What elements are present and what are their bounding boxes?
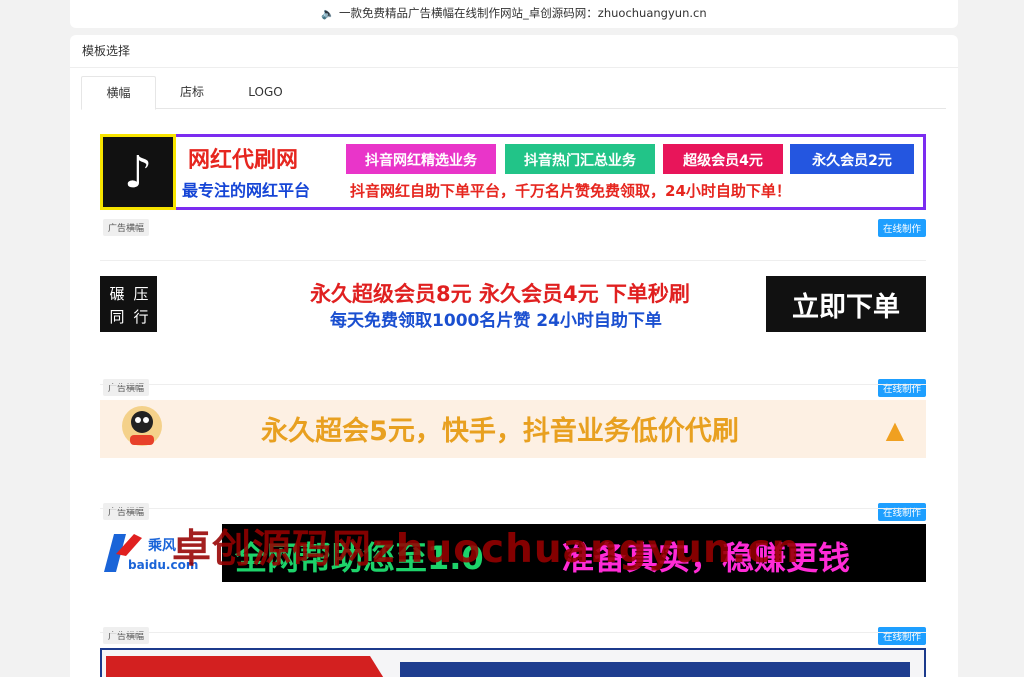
template-item: ♪ 网红代刷网 最专注的网红平台 抖音网红精选业务 抖音热门汇总业务 超级会员4… bbox=[100, 134, 926, 261]
banner-preview[interactable] bbox=[100, 648, 926, 677]
svg-text:网红代刷网: 网红代刷网 bbox=[188, 147, 298, 173]
svg-text:碾: 碾 bbox=[109, 285, 124, 303]
tiktok-icon: ♪ bbox=[124, 147, 152, 198]
thumbs-up-icon: ▲ bbox=[886, 416, 905, 444]
type-tag: 广告横幅 bbox=[103, 627, 150, 644]
svg-text:baidu.com: baidu.com bbox=[128, 558, 198, 572]
divider bbox=[100, 508, 926, 509]
svg-text:全网帮助您至1.0: 全网帮助您至1.0 bbox=[234, 539, 484, 577]
template-item: 碾 压 同 行 永久超级会员8元 永久会员4元 下单秒刷 每天免费领取1000名… bbox=[100, 275, 926, 397]
panel-title: 模板选择 bbox=[70, 35, 958, 68]
tab-logo[interactable]: LOGO bbox=[228, 76, 303, 109]
banner-preview[interactable]: 乘风 baidu.com 全网帮助您至1.0 准备真实，稳赚更钱 bbox=[100, 524, 926, 582]
template-item: 永久超会5元，快手，抖音业务低价代刷 ▲ 广告横幅 在线制作 bbox=[100, 400, 926, 521]
svg-text:抖音网红精选业务: 抖音网红精选业务 bbox=[365, 152, 478, 169]
tab-bar: 横幅 店标 LOGO bbox=[81, 76, 946, 110]
banner-preview[interactable]: 碾 压 同 行 永久超级会员8元 永久会员4元 下单秒刷 每天免费领取1000名… bbox=[100, 275, 926, 333]
template-item bbox=[100, 648, 926, 677]
make-online-button[interactable]: 在线制作 bbox=[877, 503, 926, 521]
type-tag: 广告横幅 bbox=[103, 219, 150, 236]
svg-text:最专注的网红平台: 最专注的网红平台 bbox=[182, 181, 310, 200]
banner-preview[interactable]: 永久超会5元，快手，抖音业务低价代刷 ▲ bbox=[100, 400, 926, 458]
template-panel: 模板选择 横幅 店标 LOGO ♪ 网红代刷网 最专注的网红平台 抖音网红精选业… bbox=[70, 35, 958, 677]
svg-text:永久超会5元，快手，抖音业务低价代刷: 永久超会5元，快手，抖音业务低价代刷 bbox=[260, 415, 739, 447]
tab-banner[interactable]: 横幅 bbox=[81, 76, 156, 110]
svg-text:乘风: 乘风 bbox=[147, 537, 176, 554]
type-tag: 广告横幅 bbox=[103, 503, 150, 520]
make-online-button[interactable]: 在线制作 bbox=[877, 219, 926, 237]
svg-text:压: 压 bbox=[133, 285, 148, 303]
template-item: 乘风 baidu.com 全网帮助您至1.0 准备真实，稳赚更钱 广告横幅 在线… bbox=[100, 524, 926, 645]
svg-text:超级会员4元: 超级会员4元 bbox=[682, 152, 763, 169]
svg-text:每天免费领取1000名片赞 24小时自助下单: 每天免费领取1000名片赞 24小时自助下单 bbox=[330, 310, 662, 331]
svg-text:同: 同 bbox=[109, 308, 124, 326]
make-online-button[interactable]: 在线制作 bbox=[877, 627, 926, 645]
tab-shop-logo[interactable]: 店标 bbox=[156, 76, 228, 109]
divider bbox=[100, 632, 926, 633]
notice-text: 一款免费精品广告横幅在线制作网站_卓创源码网：zhuochuangyun.cn bbox=[339, 6, 707, 20]
speaker-icon: 🔈 bbox=[321, 7, 336, 20]
svg-text:永久超级会员8元 永久会员4元 下单秒刷: 永久超级会员8元 永久会员4元 下单秒刷 bbox=[309, 282, 690, 306]
svg-text:永久会员2元: 永久会员2元 bbox=[811, 152, 892, 169]
notice-bar: 🔈 一款免费精品广告横幅在线制作网站_卓创源码网：zhuochuangyun.cn bbox=[70, 0, 958, 28]
banner-preview[interactable]: ♪ 网红代刷网 最专注的网红平台 抖音网红精选业务 抖音热门汇总业务 超级会员4… bbox=[100, 134, 926, 210]
svg-text:准备真实，稳赚更钱: 准备真实，稳赚更钱 bbox=[562, 539, 850, 577]
divider bbox=[100, 260, 926, 261]
svg-text:立即下单: 立即下单 bbox=[792, 291, 900, 323]
type-tag: 广告横幅 bbox=[103, 379, 150, 396]
make-online-button[interactable]: 在线制作 bbox=[877, 379, 926, 397]
svg-text:行: 行 bbox=[133, 308, 148, 326]
svg-text:抖音网红自助下单平台，千万名片赞免费领取，24小时自助下单！: 抖音网红自助下单平台，千万名片赞免费领取，24小时自助下单！ bbox=[350, 182, 791, 200]
divider bbox=[100, 384, 926, 385]
svg-text:抖音热门汇总业务: 抖音热门汇总业务 bbox=[524, 152, 637, 169]
